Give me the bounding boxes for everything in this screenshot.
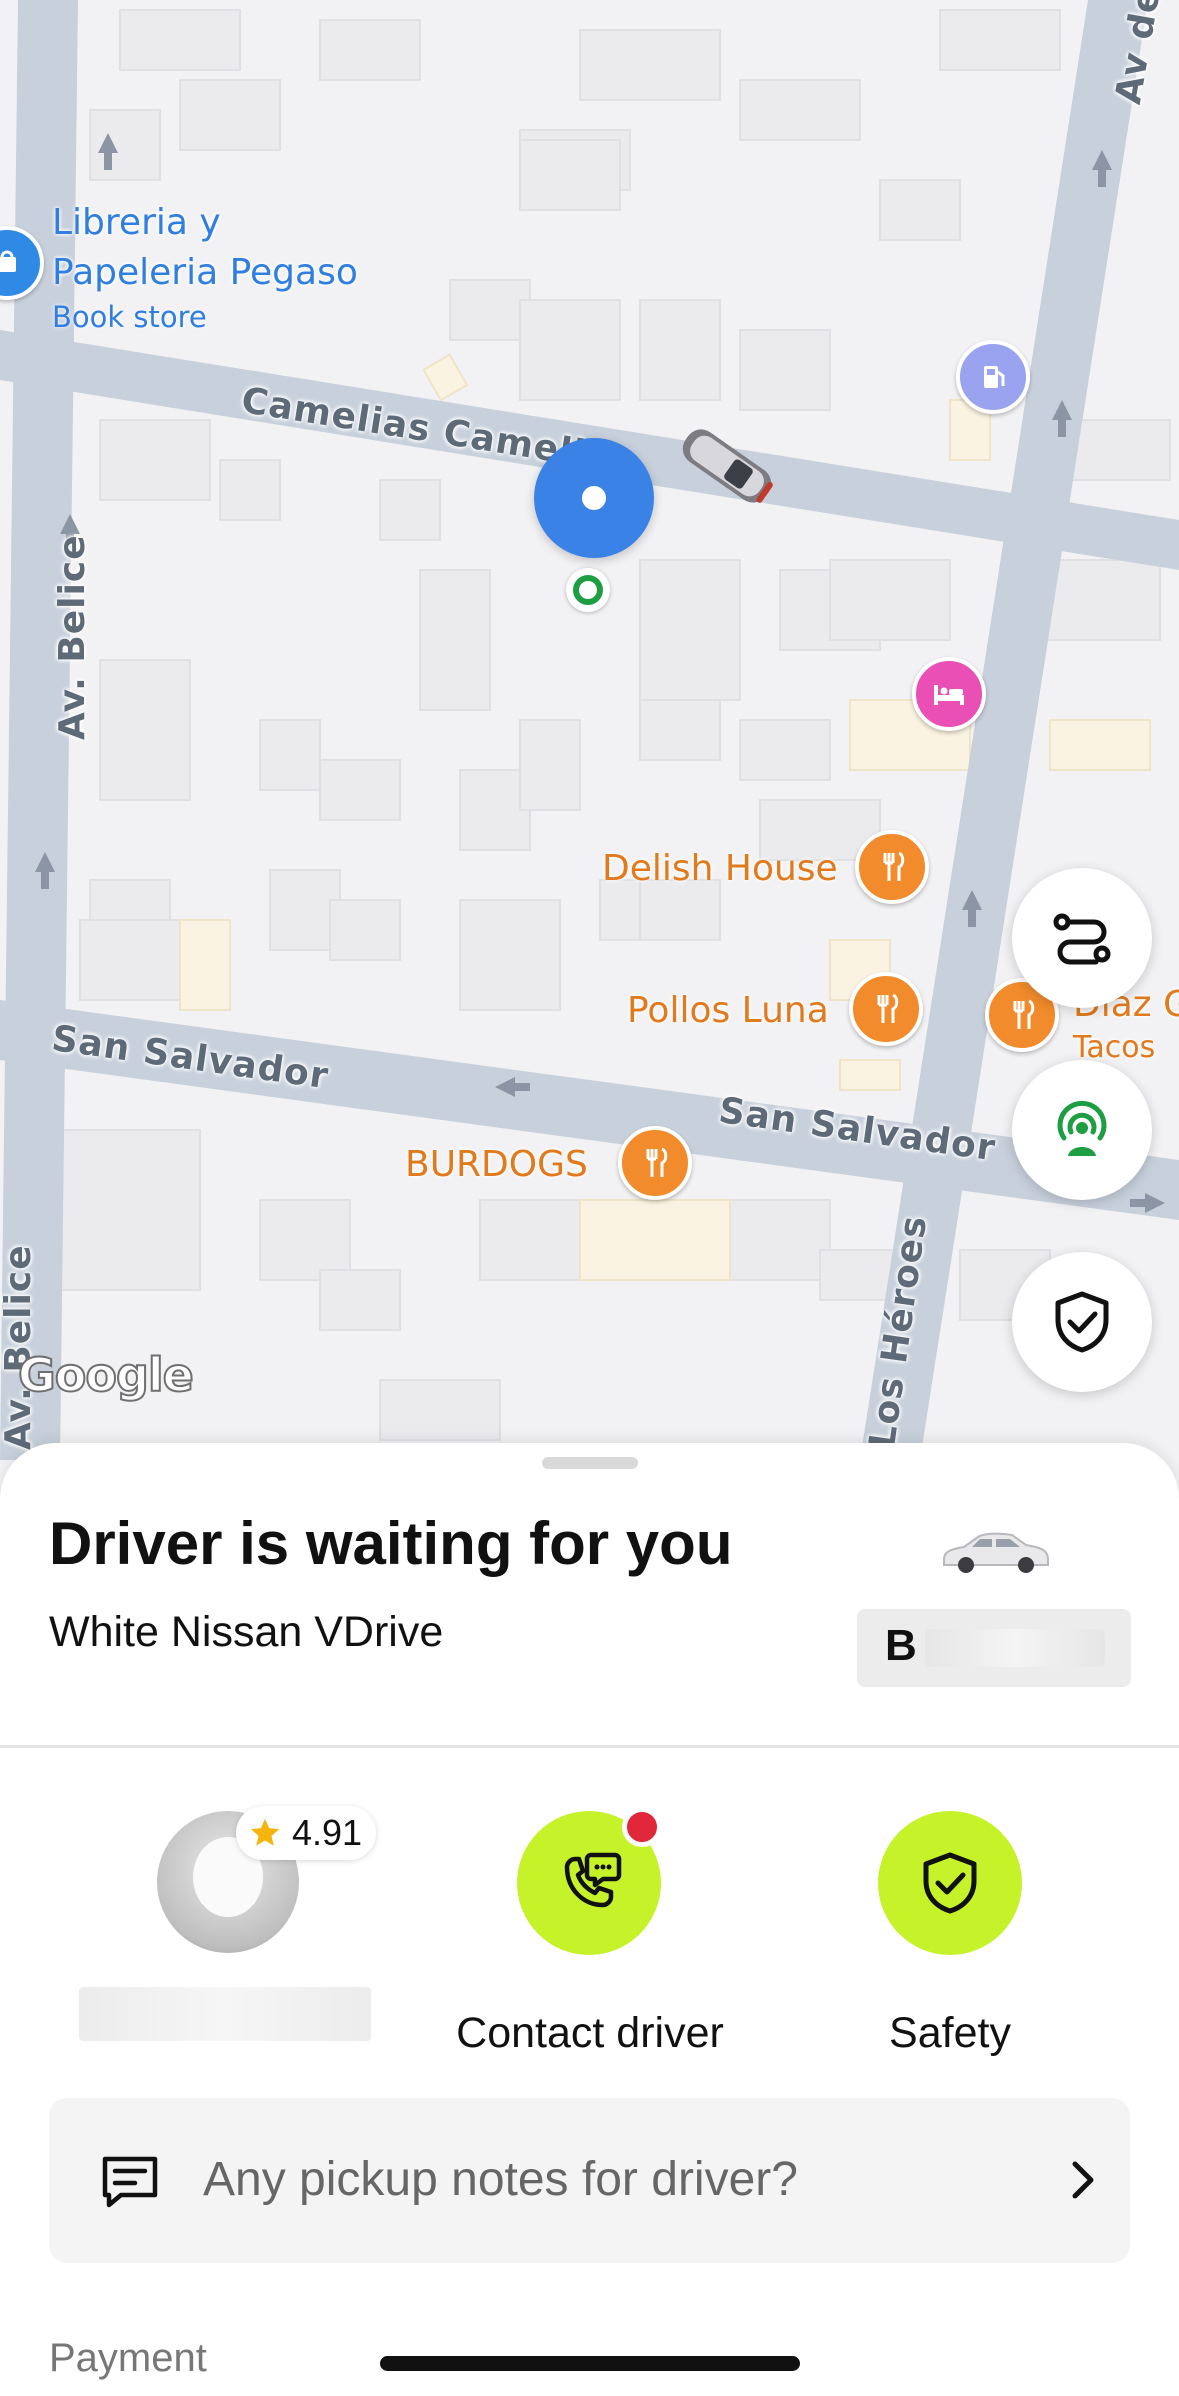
map-view[interactable]: Camelias Camelias Av. Belice Av. Belice … [0, 0, 1179, 1460]
restaurant-pin-icon[interactable] [855, 830, 929, 904]
gas-station-pin-icon[interactable] [956, 340, 1030, 414]
current-location-marker [566, 568, 610, 612]
pickup-notes-field[interactable]: Any pickup notes for driver? [49, 2098, 1130, 2263]
safety-label[interactable]: Safety [830, 2009, 1070, 2058]
license-plate-redacted [925, 1629, 1105, 1667]
route-button[interactable] [1012, 868, 1152, 1008]
driver-name-redacted [79, 1987, 371, 2041]
pickup-notes-placeholder: Any pickup notes for driver? [203, 2153, 798, 2206]
delish-house-label[interactable]: Delish House [602, 848, 838, 889]
safety-shield-button[interactable] [1012, 1252, 1152, 1392]
star-icon [250, 1818, 280, 1846]
home-indicator[interactable] [380, 2356, 800, 2371]
pickup-location-marker[interactable] [534, 438, 654, 558]
pollos-luna-label[interactable]: Pollos Luna [627, 990, 829, 1031]
pickup-marker-dot [582, 486, 606, 510]
safety-button[interactable] [878, 1811, 1022, 1955]
contact-driver-label[interactable]: Contact driver [430, 2009, 750, 2058]
chevron-right-icon [1072, 2161, 1094, 2199]
unread-message-badge [622, 1807, 662, 1847]
message-icon [102, 2156, 158, 2208]
car-icon [943, 1532, 1049, 1573]
broadcast-person-icon [1057, 1100, 1107, 1156]
bookstore-type-label: Book store [52, 300, 207, 334]
trip-status-sheet[interactable]: Driver is waiting for you White Nissan V… [0, 1443, 1179, 2396]
hotel-pin-icon[interactable] [912, 657, 986, 731]
shield-check-icon [1055, 1291, 1109, 1353]
phone-chat-icon [564, 1852, 622, 1908]
bookstore-name-line2[interactable]: Papeleria Pegaso [52, 248, 358, 298]
restaurant-pin-icon[interactable] [618, 1126, 692, 1200]
license-plate-text: B [885, 1621, 917, 1670]
driver-rating-badge: 4.91 [236, 1806, 377, 1860]
route-icon [1053, 913, 1111, 965]
sheet-drag-handle[interactable] [542, 1457, 638, 1469]
street-label-belice-left: Av. Belice [52, 534, 93, 740]
section-divider [0, 1745, 1179, 1748]
vehicle-description: White Nissan VDrive [49, 1608, 444, 1656]
trip-status-title: Driver is waiting for you [49, 1510, 733, 1577]
shield-check-icon [923, 1852, 977, 1914]
restaurant-pin-icon[interactable] [849, 972, 923, 1046]
burdogs-label[interactable]: BURDOGS [405, 1144, 588, 1185]
google-logo: Google [17, 1347, 195, 1403]
payment-section-label: Payment [49, 2336, 207, 2380]
bookstore-name-line1[interactable]: Libreria y [52, 198, 221, 248]
license-plate: B [857, 1609, 1131, 1687]
share-location-button[interactable] [1012, 1060, 1152, 1200]
driver-rating-value: 4.91 [292, 1812, 363, 1853]
